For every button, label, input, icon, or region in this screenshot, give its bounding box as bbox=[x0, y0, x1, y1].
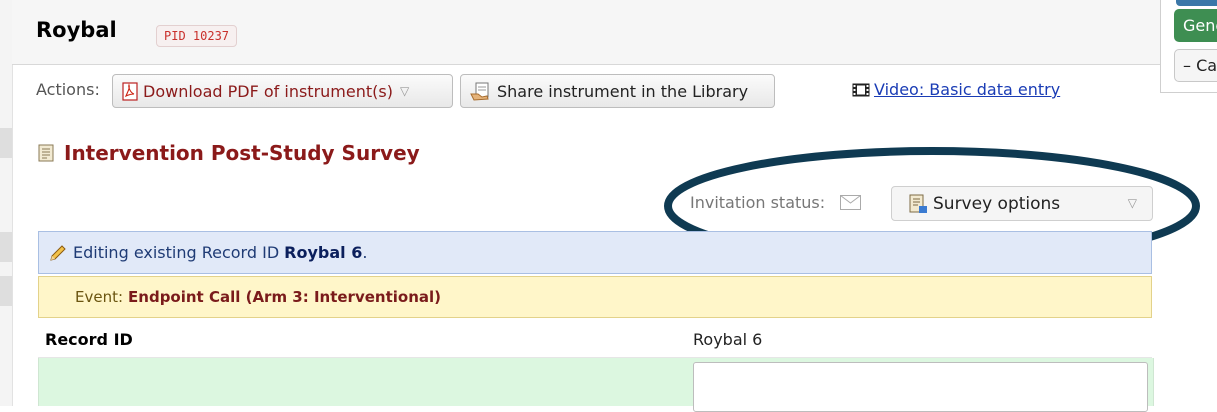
text-field[interactable] bbox=[693, 362, 1148, 412]
editing-prefix: Editing existing Record ID bbox=[73, 243, 280, 262]
download-pdf-button[interactable]: Download PDF of instrument(s) ▽ bbox=[112, 74, 453, 108]
event-bar: Event: Endpoint Call (Arm 3: Interventio… bbox=[38, 276, 1152, 318]
editing-suffix: . bbox=[362, 243, 368, 262]
gutter-band bbox=[0, 128, 12, 158]
event-name: Endpoint Call (Arm 3: Interventional) bbox=[128, 288, 442, 306]
video-link-text[interactable]: Video: Basic data entry bbox=[874, 80, 1060, 99]
caret-down-icon: ▽ bbox=[399, 84, 410, 98]
right-panel-topbar bbox=[1176, 0, 1217, 6]
video-link[interactable]: Video: Basic data entry bbox=[852, 80, 1060, 99]
editing-record-bar: Editing existing Record ID Roybal 6. bbox=[38, 231, 1152, 274]
survey-options-icon bbox=[909, 194, 927, 213]
share-icon bbox=[470, 82, 489, 101]
editing-record-id: Roybal 6 bbox=[284, 243, 363, 262]
survey-options-dropdown[interactable]: Survey options ▽ bbox=[891, 186, 1153, 221]
record-id-row bbox=[38, 321, 1152, 358]
record-id-value: Roybal 6 bbox=[693, 330, 763, 349]
survey-title: Intervention Post-Study Survey bbox=[38, 141, 420, 165]
gutter-band bbox=[0, 232, 12, 262]
actions-label: Actions: bbox=[36, 80, 100, 99]
record-id-label: Record ID bbox=[45, 330, 133, 349]
film-icon bbox=[852, 83, 870, 96]
record-name: Roybal bbox=[36, 18, 117, 42]
generate-button[interactable]: Gene bbox=[1174, 9, 1217, 42]
event-prefix: Event: bbox=[75, 288, 124, 306]
share-instrument-label: Share instrument in the Library bbox=[497, 81, 749, 101]
form-icon bbox=[38, 144, 54, 162]
download-pdf-label: Download PDF of instrument(s) bbox=[143, 81, 393, 101]
envelope-icon[interactable] bbox=[840, 195, 861, 210]
survey-options-label: Survey options bbox=[933, 193, 1061, 214]
share-instrument-button[interactable]: Share instrument in the Library bbox=[460, 74, 775, 108]
cancel-button[interactable]: – Ca bbox=[1174, 49, 1217, 82]
gutter-band bbox=[0, 276, 12, 306]
pencil-icon bbox=[50, 244, 66, 261]
pdf-icon bbox=[122, 81, 138, 101]
survey-title-text: Intervention Post-Study Survey bbox=[64, 141, 420, 165]
caret-down-icon: ▽ bbox=[1127, 196, 1137, 210]
pid-badge: PID 10237 bbox=[156, 25, 238, 47]
invitation-status-label: Invitation status: bbox=[690, 193, 826, 212]
